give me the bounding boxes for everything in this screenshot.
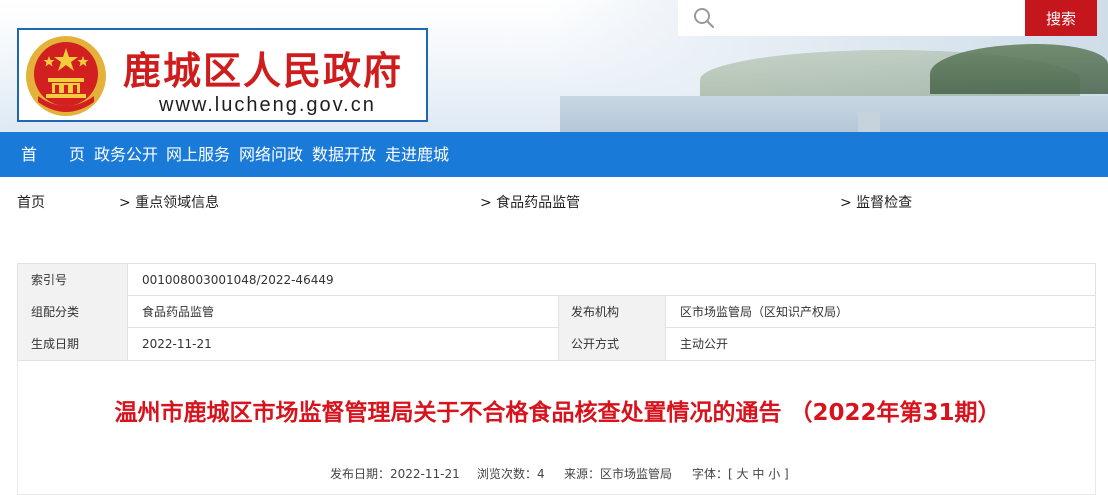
date-label: 生成日期	[18, 328, 127, 360]
divider	[558, 296, 559, 328]
category-label: 组配分类	[18, 296, 127, 328]
site-url: www.lucheng.gov.cn	[159, 94, 376, 116]
category-value: 食品药品监管	[142, 305, 215, 319]
national-emblem-icon	[26, 36, 106, 116]
info-row-category: 组配分类 食品药品监管 发布机构 区市场监管局（区知识产权局）	[18, 296, 1095, 328]
font-size-label: 字体：[	[692, 467, 733, 481]
nav-item-open-data[interactable]: 数据开放	[312, 132, 376, 177]
info-row-index: 索引号 001008003001048/2022-46449	[18, 264, 1095, 296]
font-medium-button[interactable]: 中	[752, 467, 764, 481]
info-row-date: 生成日期 2022-11-21 公开方式 主动公开	[18, 328, 1095, 360]
nav-item-about[interactable]: 走进鹿城	[385, 132, 449, 177]
nav-item-inquiry[interactable]: 网络问政	[239, 132, 303, 177]
breadcrumb-key-info[interactable]: > 重点领域信息	[119, 192, 219, 212]
page: 鹿城区人民政府 www.lucheng.gov.cn 搜索 首 页 政务公开 网…	[0, 0, 1108, 495]
info-table: 索引号 001008003001048/2022-46449 组配分类 食品药品…	[17, 263, 1096, 361]
date-value: 2022-11-21	[142, 337, 212, 351]
breadcrumb-food-drug[interactable]: > 食品药品监管	[480, 192, 580, 212]
publisher-value: 区市场监管局（区知识产权局）	[680, 305, 849, 319]
header-banner: 鹿城区人民政府 www.lucheng.gov.cn 搜索	[0, 0, 1108, 132]
publish-date: 发布日期：2022-11-21	[330, 467, 460, 481]
divider	[558, 328, 559, 360]
main-nav: 首 页 政务公开 网上服务 网络问政 数据开放 走进鹿城	[0, 132, 1108, 177]
publisher-label: 发布机构	[558, 296, 665, 328]
site-logo[interactable]: 鹿城区人民政府 www.lucheng.gov.cn	[17, 28, 428, 122]
mode-value: 主动公开	[680, 337, 729, 351]
search-button[interactable]: 搜索	[1025, 0, 1097, 36]
font-size-control: 字体：[ 大 中 小 ]	[692, 465, 789, 482]
mode-label: 公开方式	[558, 328, 665, 360]
article-source: 来源：区市场监管局	[564, 467, 673, 481]
article-title: 温州市鹿城区市场监督管理局关于不合格食品核查处置情况的通告 （2022年第31期…	[114, 400, 1001, 426]
nav-item-online-service[interactable]: 网上服务	[166, 132, 230, 177]
index-label: 索引号	[18, 264, 127, 296]
site-name: 鹿城区人民政府	[123, 48, 404, 93]
font-size-end: ]	[784, 467, 789, 481]
index-value: 001008003001048/2022-46449	[142, 273, 334, 287]
breadcrumb-inspection[interactable]: > 监督检查	[840, 192, 912, 212]
font-large-button[interactable]: 大	[737, 467, 749, 481]
banner-building	[858, 112, 880, 132]
search-input[interactable]	[722, 0, 1022, 36]
nav-item-gov-affairs[interactable]: 政务公开	[94, 132, 158, 177]
view-count: 浏览次数：4	[477, 467, 545, 481]
banner-river	[560, 96, 1108, 132]
font-small-button[interactable]: 小	[768, 467, 780, 481]
search-box	[678, 0, 1025, 36]
nav-item-home[interactable]: 首 页	[21, 132, 85, 177]
breadcrumb-home[interactable]: 首页	[17, 192, 45, 212]
search-icon	[694, 8, 715, 29]
article: 温州市鹿城区市场监督管理局关于不合格食品核查处置情况的通告 （2022年第31期…	[17, 361, 1096, 495]
